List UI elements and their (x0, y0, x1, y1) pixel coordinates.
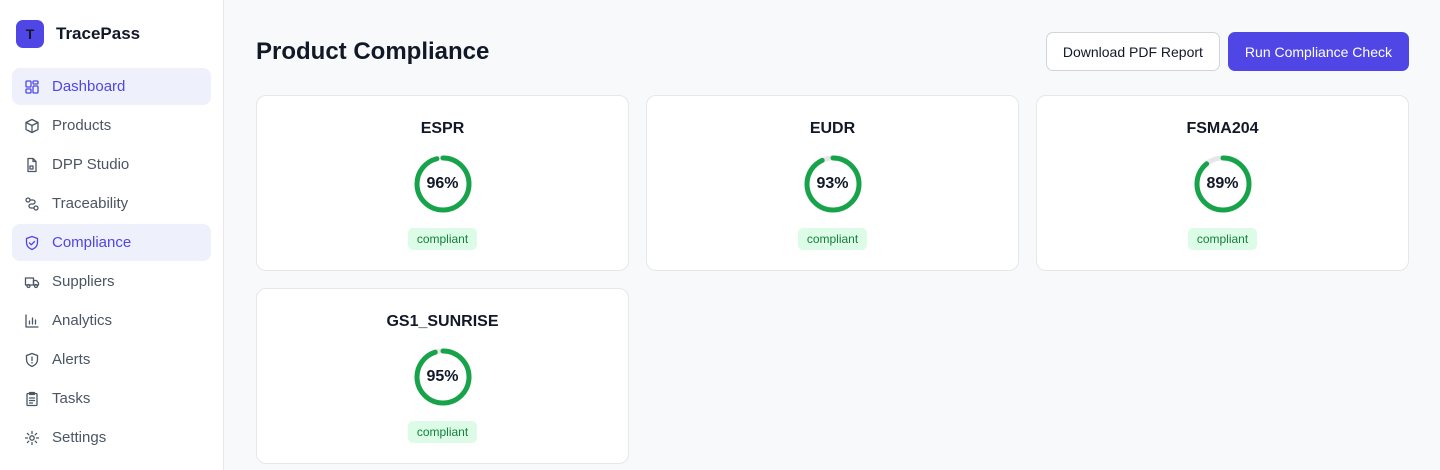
clipboard-icon (26, 391, 38, 406)
compliance-grid: ESPR 96% compliant EUDR 93% compliant FSMA204 8… (256, 95, 1409, 464)
status-badge: compliant (1187, 228, 1258, 250)
score-label: 93% (816, 175, 849, 192)
sidebar-item-dashboard[interactable]: Dashboard (12, 68, 211, 105)
standard-name: GS1_SUNRISE (386, 313, 499, 330)
sidebar-item-label: Analytics (52, 312, 113, 329)
brand-name: TracePass (56, 24, 141, 43)
status-badge: compliant (407, 421, 478, 443)
standard-name: EUDR (809, 120, 856, 137)
file-icon (27, 157, 37, 172)
sidebar-item-analytics[interactable]: Analytics (12, 302, 211, 339)
header-actions: Download PDF Report Run Compliance Check (1045, 32, 1409, 71)
sidebar-item-dpp-studio[interactable]: DPP Studio (12, 146, 211, 183)
page-header: Product Compliance Download PDF Report R… (256, 32, 1409, 71)
page-title: Product Compliance (256, 37, 490, 65)
alert-shield-icon (25, 352, 39, 367)
sidebar-item-products[interactable]: Products (12, 107, 211, 144)
sidebar-item-label: Tasks (52, 390, 91, 407)
shield-check-icon (25, 235, 39, 250)
score-ring: 89% (1193, 154, 1253, 214)
sidebar-item-label: DPP Studio (52, 156, 130, 173)
run-compliance-check-button[interactable]: Run Compliance Check (1227, 32, 1409, 71)
score-label: 89% (1206, 175, 1239, 192)
brand-logo: T (16, 20, 44, 48)
score-ring: 93% (803, 154, 863, 214)
sidebar-item-label: Alerts (52, 351, 91, 368)
compliance-card-espr[interactable]: ESPR 96% compliant (256, 95, 629, 271)
compliance-card-fsma204[interactable]: FSMA204 89% compliant (1036, 95, 1409, 271)
sidebar-item-label: Products (52, 117, 112, 134)
sidebar-item-label: Traceability (52, 195, 129, 212)
sidebar-item-label: Suppliers (52, 273, 115, 290)
truck-icon (24, 276, 40, 288)
gear-icon (24, 430, 40, 445)
sidebar-item-label: Compliance (52, 234, 132, 251)
compliance-card-eudr[interactable]: EUDR 93% compliant (646, 95, 1019, 271)
download-pdf-report-button[interactable]: Download PDF Report (1045, 32, 1220, 71)
dashboard-icon (25, 79, 39, 94)
standard-name: FSMA204 (1186, 120, 1259, 137)
sidebar-item-suppliers[interactable]: Suppliers (12, 263, 211, 300)
sidebar-item-settings[interactable]: Settings (12, 419, 211, 456)
sidebar-item-tasks[interactable]: Tasks (12, 380, 211, 417)
sidebar-item-label: Dashboard (52, 78, 126, 95)
score-ring: 96% (413, 154, 473, 214)
sidebar-item-traceability[interactable]: Traceability (12, 185, 211, 222)
sidebar-item-label: Settings (52, 429, 107, 446)
bar-chart-icon (25, 313, 39, 328)
main-content: Product Compliance Download PDF Report R… (224, 0, 1440, 470)
sidebar-nav: Dashboard Products DPP Studio Traceability C… (12, 68, 211, 456)
status-badge: compliant (407, 228, 478, 250)
brand[interactable]: T TracePass (12, 20, 211, 48)
sidebar-item-compliance[interactable]: Compliance (12, 224, 211, 261)
score-label: 96% (426, 175, 459, 192)
status-badge: compliant (797, 228, 868, 250)
score-ring: 95% (413, 347, 473, 407)
sidebar-item-alerts[interactable]: Alerts (12, 341, 211, 378)
sidebar: T TracePass Dashboard Products DPP Studio T… (0, 0, 224, 470)
compliance-card-gs1_sunrise[interactable]: GS1_SUNRISE 95% compliant (256, 288, 629, 464)
route-icon (25, 196, 39, 211)
standard-name: ESPR (420, 120, 465, 137)
box-icon (25, 118, 39, 133)
score-label: 95% (426, 368, 459, 385)
